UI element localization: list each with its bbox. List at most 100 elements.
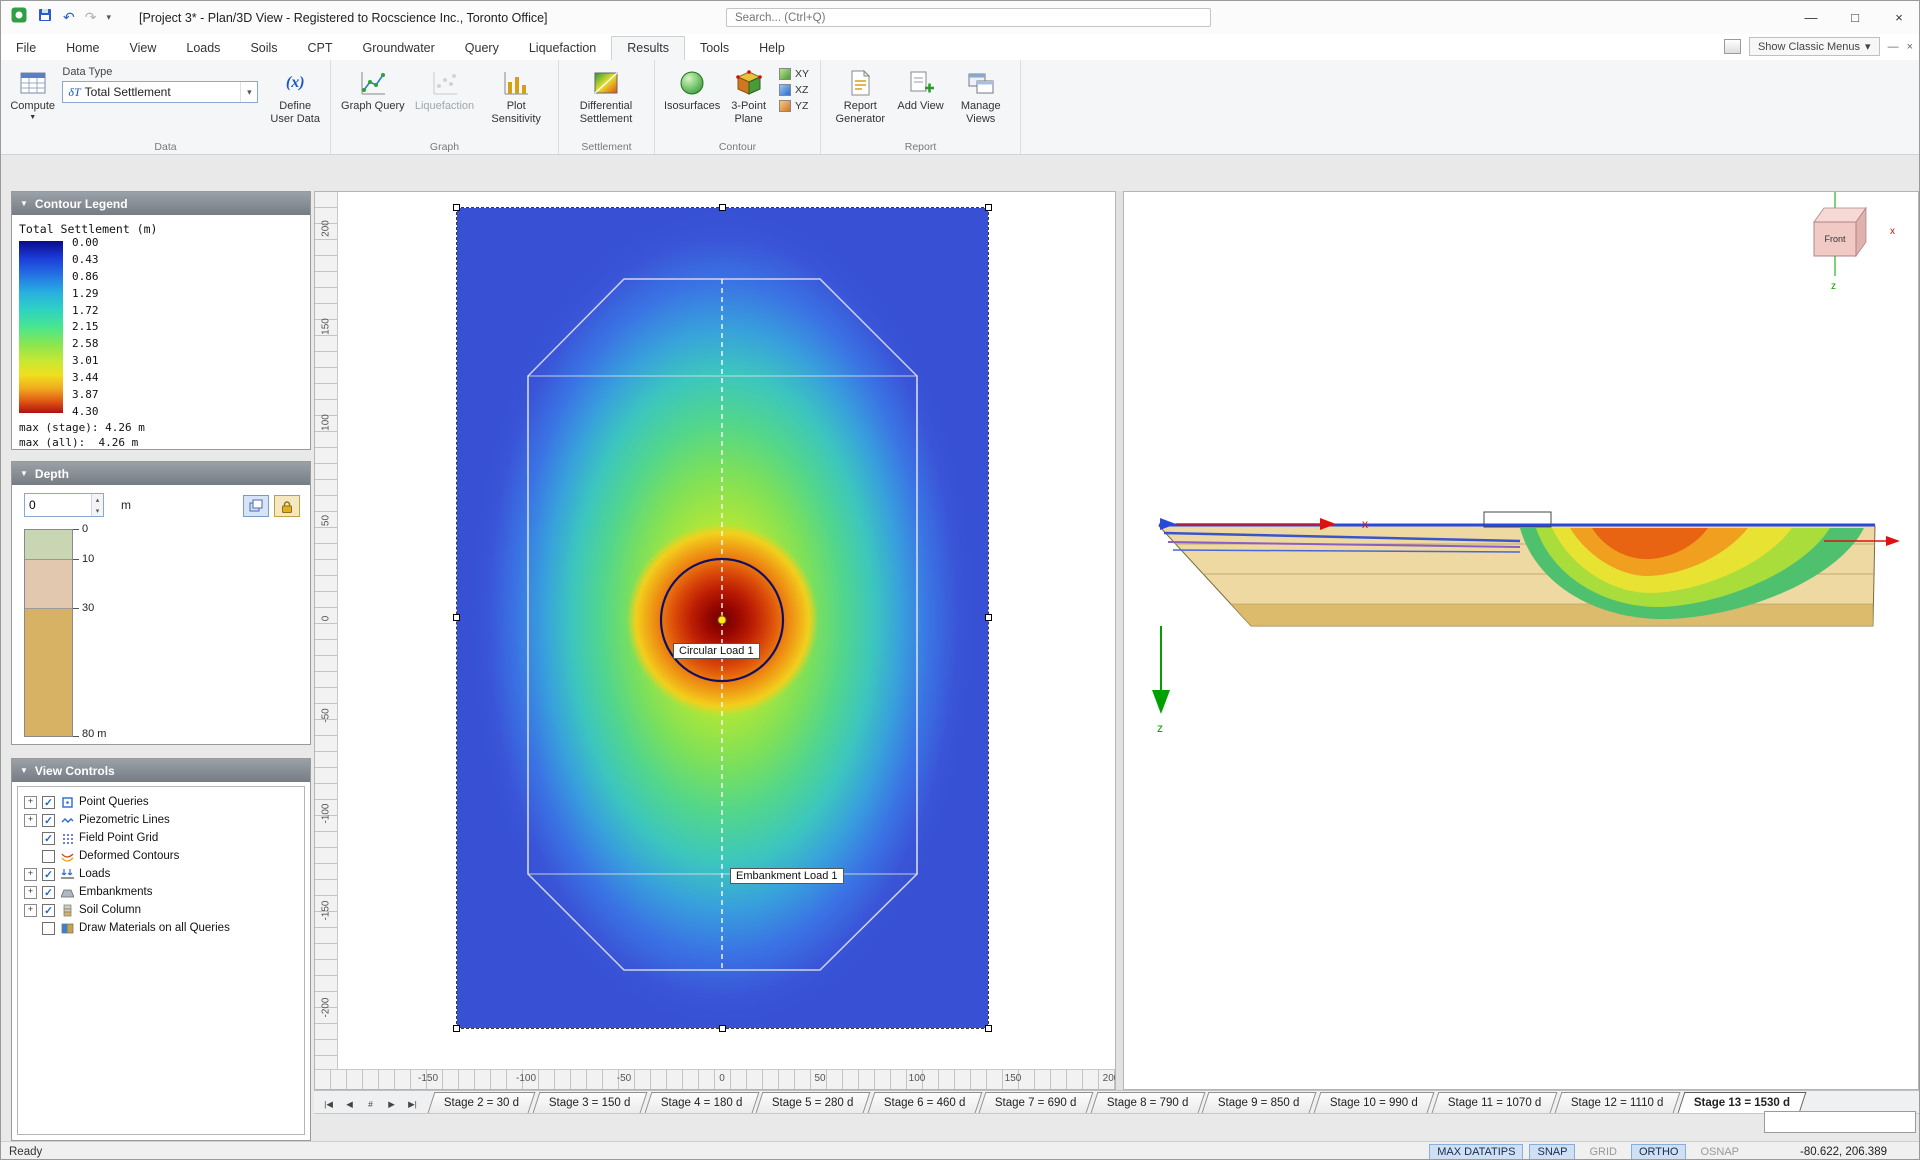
checkbox-checked[interactable]: ✓ [42, 813, 55, 827]
tab-help[interactable]: Help [744, 37, 800, 60]
stage-tab-2[interactable]: Stage 2 = 30 d [427, 1092, 536, 1113]
maximize-button[interactable]: □ [1833, 1, 1877, 34]
expander-icon[interactable]: + [24, 903, 37, 917]
checkbox-checked[interactable]: ✓ [42, 903, 55, 917]
stage-tab-6[interactable]: Stage 6 = 460 d [867, 1092, 982, 1113]
toggle-grid[interactable]: GRID [1581, 1144, 1625, 1160]
plan-view[interactable]: Circular Load 1 Embankment Load 1 200 15… [314, 191, 1116, 1090]
spin-down-icon[interactable]: ▾ [92, 505, 103, 516]
tree-item-field-point-grid[interactable]: . ✓ Field Point Grid [24, 829, 304, 847]
differential-settlement-button[interactable]: Differential Settlement [567, 64, 645, 127]
expander-icon[interactable]: + [24, 795, 37, 809]
depth-input[interactable] [25, 494, 91, 516]
spin-up-icon[interactable]: ▴ [92, 494, 103, 505]
save-icon[interactable] [37, 7, 53, 28]
isosurfaces-button[interactable]: Isosurfaces [663, 64, 721, 114]
view-cube[interactable]: Front z x [1813, 192, 1895, 292]
selection-handle[interactable] [719, 1025, 726, 1032]
tree-item-label[interactable]: Point Queries [79, 796, 149, 808]
stage-entry-box[interactable] [1764, 1111, 1916, 1133]
minimize-button[interactable]: — [1789, 1, 1833, 34]
tab-results[interactable]: Results [611, 36, 685, 61]
tab-query[interactable]: Query [450, 37, 514, 60]
tab-soils[interactable]: Soils [235, 37, 292, 60]
expander-icon[interactable]: + [24, 813, 37, 827]
checkbox-checked[interactable]: ✓ [42, 885, 55, 899]
tree-item-piezometric-lines[interactable]: + ✓ Piezometric Lines [24, 811, 304, 829]
tab-liquefaction[interactable]: Liquefaction [514, 37, 611, 60]
stage-nav-number[interactable]: # [360, 1095, 381, 1113]
define-user-data-button[interactable]: (x) Define User Data [268, 64, 322, 127]
tree-item-point-queries[interactable]: + ✓ Point Queries [24, 793, 304, 811]
close-button[interactable]: × [1877, 1, 1919, 34]
stage-tab-3[interactable]: Stage 3 = 150 d [532, 1092, 648, 1113]
tab-file[interactable]: File [1, 37, 51, 60]
selection-handle[interactable] [719, 204, 726, 211]
stage-tab-12[interactable]: Stage 12 = 1110 d [1554, 1092, 1681, 1113]
tree-item-label[interactable]: Draw Materials on all Queries [79, 922, 230, 934]
tree-item-label[interactable]: Loads [79, 868, 110, 880]
data-type-select[interactable]: δT Total Settlement ▾ [62, 81, 259, 103]
circular-load-label[interactable]: Circular Load 1 [673, 643, 760, 659]
tree-item-label[interactable]: Embankments [79, 886, 153, 898]
stage-nav-last[interactable]: ▶| [402, 1095, 423, 1113]
manage-views-button[interactable]: Manage Views [949, 64, 1012, 127]
report-generator-button[interactable]: Report Generator [829, 64, 892, 127]
checkbox-unchecked[interactable] [42, 921, 55, 935]
embankment-load-label[interactable]: Embankment Load 1 [730, 868, 844, 884]
selection-handle[interactable] [453, 614, 460, 621]
soil-column-preview[interactable] [24, 529, 73, 737]
stage-nav-first[interactable]: |◀ [318, 1095, 339, 1113]
undo-icon[interactable]: ↶ [63, 9, 75, 26]
tree-item-embankments[interactable]: + ✓ Embankments [24, 883, 304, 901]
tab-groundwater[interactable]: Groundwater [348, 37, 450, 60]
expander-icon[interactable]: + [24, 867, 37, 881]
selection-handle[interactable] [453, 1025, 460, 1032]
plot-sensitivity-button[interactable]: Plot Sensitivity [482, 64, 550, 127]
depth-lock-button[interactable] [274, 495, 300, 517]
add-view-button[interactable]: Add View [896, 64, 946, 114]
stage-tab-10[interactable]: Stage 10 = 990 d [1313, 1092, 1435, 1113]
tab-cpt[interactable]: CPT [293, 37, 348, 60]
tab-tools[interactable]: Tools [685, 37, 744, 60]
stage-tab-13[interactable]: Stage 13 = 1530 d [1677, 1092, 1807, 1113]
depth-header[interactable]: ▼ Depth [12, 462, 310, 485]
contour-plane-xz-button[interactable]: XZ [776, 83, 812, 97]
front-3d-view[interactable]: x z Front z x [1123, 191, 1919, 1090]
selection-handle[interactable] [453, 204, 460, 211]
tab-loads[interactable]: Loads [171, 37, 235, 60]
stage-tab-5[interactable]: Stage 5 = 280 d [755, 1092, 871, 1113]
tree-item-loads[interactable]: + ✓ Loads [24, 865, 304, 883]
close-document-icon[interactable]: × [1907, 41, 1913, 53]
stage-tab-9[interactable]: Stage 9 = 850 d [1201, 1092, 1317, 1113]
toggle-snap[interactable]: SNAP [1529, 1143, 1576, 1159]
tree-item-label[interactable]: Deformed Contours [79, 850, 179, 862]
minimize-ribbon-icon[interactable]: — [1888, 41, 1899, 53]
stage-tab-11[interactable]: Stage 11 = 1070 d [1431, 1092, 1558, 1113]
stage-tab-8[interactable]: Stage 8 = 790 d [1090, 1092, 1205, 1113]
three-point-plane-button[interactable]: 3-Point Plane [725, 64, 772, 127]
checkbox-unchecked[interactable] [42, 849, 55, 863]
stage-tab-7[interactable]: Stage 7 = 690 d [978, 1092, 1094, 1113]
compute-button[interactable]: Compute ▼ [9, 64, 56, 122]
depth-layers-button[interactable] [243, 495, 269, 517]
qat-customize-icon[interactable]: ▾ [106, 12, 111, 23]
selection-handle[interactable] [985, 614, 992, 621]
tab-home[interactable]: Home [51, 37, 114, 60]
stage-nav-next[interactable]: ▶ [381, 1095, 402, 1113]
contour-legend-header[interactable]: ▼ Contour Legend [12, 192, 310, 215]
graph-query-button[interactable]: Graph Query [339, 64, 407, 114]
search-input[interactable] [726, 8, 1211, 27]
stage-tab-4[interactable]: Stage 4 = 180 d [644, 1092, 759, 1113]
settlement-contour-plot[interactable]: Circular Load 1 Embankment Load 1 [453, 204, 992, 1032]
keytips-icon[interactable] [1723, 39, 1741, 54]
selection-handle[interactable] [985, 204, 992, 211]
checkbox-checked[interactable]: ✓ [42, 795, 55, 809]
toggle-max-datatips[interactable]: MAX DATATIPS [1429, 1143, 1524, 1159]
tree-item-soil-column[interactable]: + ✓ Soil Column [24, 901, 304, 919]
contour-plane-yz-button[interactable]: YZ [776, 99, 812, 113]
tree-item-label[interactable]: Field Point Grid [79, 832, 158, 844]
expander-icon[interactable]: + [24, 885, 37, 899]
selection-handle[interactable] [985, 1025, 992, 1032]
tree-item-deformed-contours[interactable]: . Deformed Contours [24, 847, 304, 865]
